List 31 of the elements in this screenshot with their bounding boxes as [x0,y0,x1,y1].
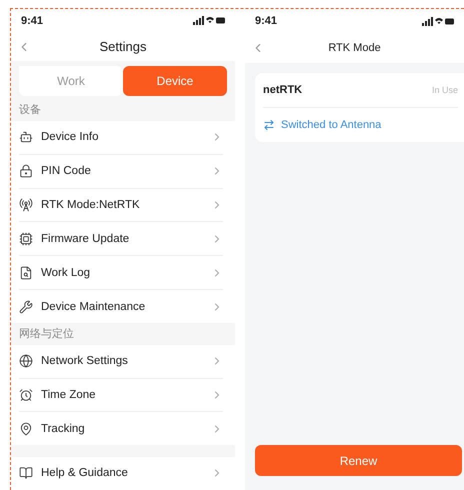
menu-item-icon [19,422,33,436]
screen-title: RTK Mode [328,42,381,54]
status-time: 9:41 [21,14,44,27]
menu-item[interactable]: RTK Mode:NetRTK [41,198,203,211]
screen-title: Settings [100,39,146,54]
menu-item-icon [19,354,33,368]
status-icons [193,16,225,26]
menu-item-icon [19,130,33,144]
menu-item[interactable]: PIN Code [41,165,203,178]
menu-item[interactable]: Work Log [41,266,203,279]
menu-item-icon [19,466,33,480]
menu-item-icon [19,266,33,280]
menu-item[interactable]: Network Settings [41,355,203,368]
section-heading: 设备 [11,99,235,121]
mode-status: In Use [432,85,458,95]
menu-item-icon [19,300,33,314]
menu-item[interactable]: Device Info [41,131,203,144]
menu-item[interactable]: Help & Guidance [41,467,203,480]
menu-item-icon [19,232,33,246]
menu-item-icon [19,388,33,402]
status-time: 9:41 [255,15,278,27]
menu-item-icon [19,198,33,212]
menu-item[interactable]: Tracking [41,422,203,435]
section-heading: 网络与定位 [11,323,235,345]
menu-item[interactable]: Time Zone [41,388,203,401]
switch-icon [263,119,275,131]
menu-item-icon [19,164,33,178]
status-icons [422,16,454,26]
menu-item[interactable]: Firmware Update [41,232,203,245]
menu-item[interactable]: Device Maintenance [41,300,203,313]
mode-name: netRTK [263,84,302,96]
